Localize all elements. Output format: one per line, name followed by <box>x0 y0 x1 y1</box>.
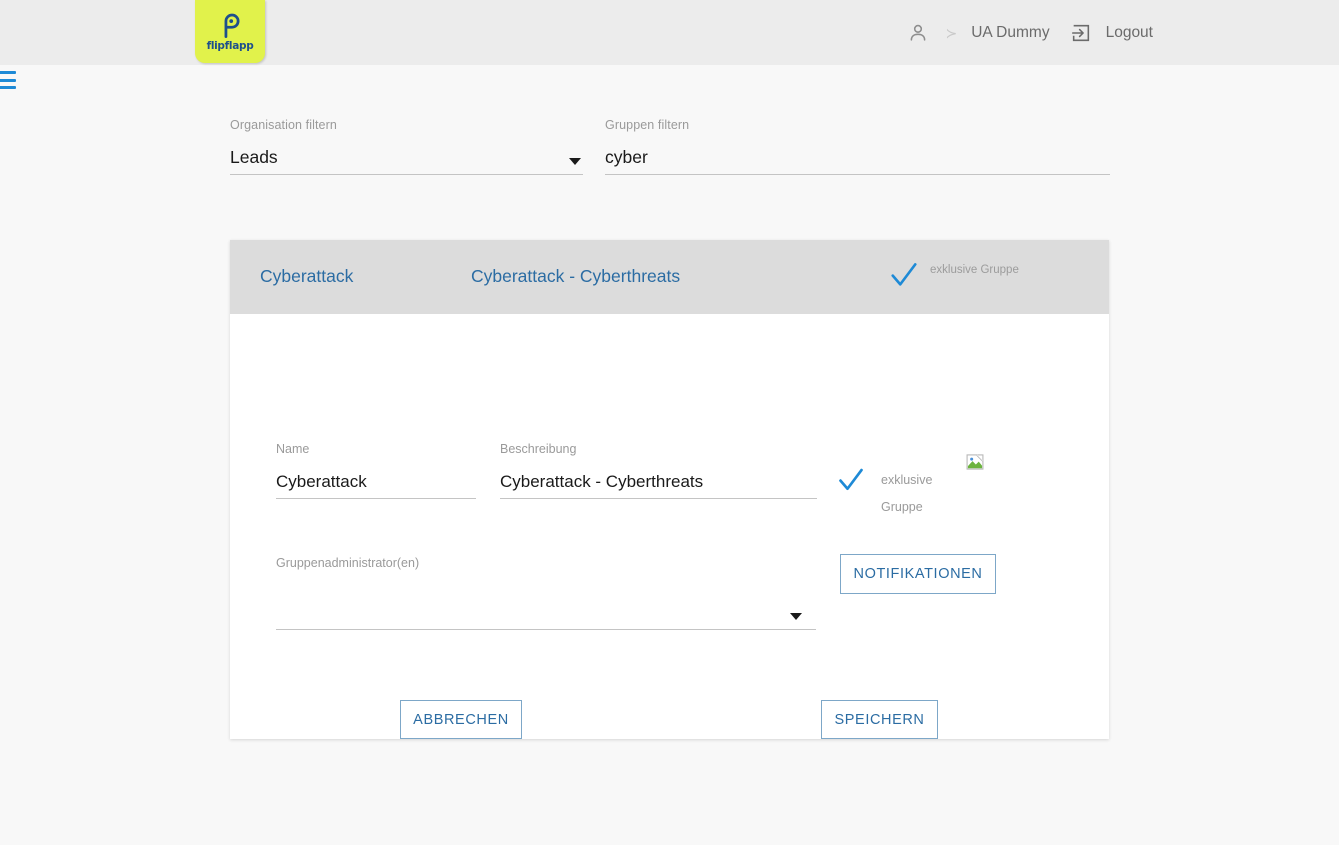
name-field[interactable]: Name Cyberattack <box>276 442 476 499</box>
logo-wordmark: flipflapp <box>206 40 254 52</box>
user-area: ≻ UA Dummy Logout <box>907 0 1153 65</box>
app-logo[interactable]: flipflapp <box>195 0 265 63</box>
description-label: Beschreibung <box>500 442 577 456</box>
group-admins-label: Gruppenadministrator(en) <box>276 556 420 570</box>
description-field[interactable]: Beschreibung Cyberattack - Cyberthreats <box>500 442 817 499</box>
filter-row: Organisation filtern Leads Gruppen filte… <box>230 118 1110 188</box>
name-input[interactable]: Cyberattack <box>276 469 476 499</box>
gruppen-filter-input[interactable]: cyber <box>605 144 1110 175</box>
group-header-name: Cyberattack <box>260 266 354 286</box>
logout-icon[interactable] <box>1070 22 1092 44</box>
exclusive-group-label-line2: Gruppe <box>881 500 923 514</box>
exclusive-group-label-line1: exklusive <box>881 473 933 487</box>
hamburger-line <box>0 78 16 82</box>
gruppen-filter-field[interactable]: Gruppen filtern cyber <box>605 118 1110 175</box>
group-header-description: Cyberattack - Cyberthreats <box>471 266 681 286</box>
checkmark-icon <box>891 263 917 286</box>
notifications-button[interactable]: NOTIFIKATIONEN <box>840 554 996 594</box>
group-card-body: Name Cyberattack Beschreibung Cyberattac… <box>230 314 1109 739</box>
chevron-down-icon[interactable] <box>790 613 802 620</box>
checkmark-icon[interactable] <box>837 466 865 494</box>
group-admins-select[interactable] <box>276 600 816 630</box>
chevron-down-icon[interactable] <box>569 158 581 165</box>
name-label: Name <box>276 442 310 456</box>
name-value: Cyberattack <box>276 472 367 491</box>
breadcrumb-separator-icon: ≻ <box>945 24 958 41</box>
group-header-exclusive-label: exklusive Gruppe <box>930 264 1019 276</box>
group-card: Cyberattack Cyberattack - Cyberthreats e… <box>230 240 1109 739</box>
top-header-bar: flipflapp ≻ UA Dummy Logout <box>0 0 1339 65</box>
hamburger-line <box>0 71 16 74</box>
description-value: Cyberattack - Cyberthreats <box>500 472 704 491</box>
person-icon[interactable] <box>907 22 929 44</box>
user-name-label: UA Dummy <box>971 23 1050 41</box>
logout-label[interactable]: Logout <box>1106 24 1153 42</box>
save-button[interactable]: SPEICHERN <box>821 700 938 739</box>
gruppen-filter-label: Gruppen filtern <box>605 118 690 132</box>
organisation-filter-select[interactable]: Leads <box>230 144 583 175</box>
gruppen-filter-value: cyber <box>605 147 648 167</box>
organisation-filter-label: Organisation filtern <box>230 118 337 132</box>
group-admins-field[interactable]: Gruppenadministrator(en) <box>276 556 816 630</box>
hamburger-menu-icon[interactable] <box>0 71 16 89</box>
broken-image-icon <box>966 454 984 470</box>
hamburger-line <box>0 86 16 89</box>
flipflapp-p-mark-icon <box>224 13 240 38</box>
organisation-filter-field[interactable]: Organisation filtern Leads <box>230 118 583 175</box>
description-input[interactable]: Cyberattack - Cyberthreats <box>500 469 817 499</box>
exclusive-group-label: exklusive Gruppe <box>881 467 941 521</box>
organisation-filter-value: Leads <box>230 147 278 167</box>
group-card-header[interactable]: Cyberattack Cyberattack - Cyberthreats e… <box>230 240 1109 314</box>
cancel-button[interactable]: ABBRECHEN <box>400 700 522 739</box>
